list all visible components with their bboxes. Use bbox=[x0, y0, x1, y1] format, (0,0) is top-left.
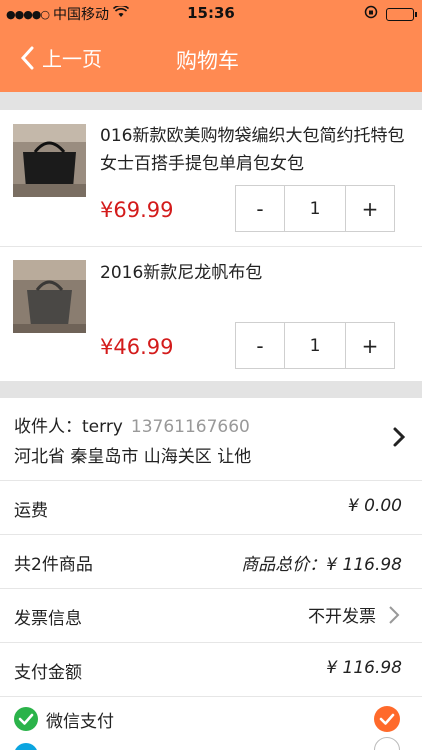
orientation-lock-icon bbox=[364, 5, 378, 23]
invoice-label: 发票信息 bbox=[14, 609, 82, 629]
cart-item: 016新款欧美购物袋编织大包简约托特包女士百搭手提包单肩包女包 ¥69.99 -… bbox=[0, 110, 422, 246]
address-detail: 河北省 秦皇岛市 山海关区 让他 bbox=[14, 447, 252, 467]
quantity-stepper: - 1 + bbox=[235, 185, 395, 232]
clock: 15:36 bbox=[187, 4, 235, 22]
unselected-radio-icon[interactable] bbox=[374, 737, 400, 750]
wechat-pay-icon bbox=[14, 707, 38, 731]
payment-option-wechat[interactable]: 微信支付 bbox=[0, 696, 422, 750]
quantity-value[interactable]: 1 bbox=[284, 186, 346, 231]
payment-option-label: 微信支付 bbox=[46, 712, 114, 732]
section-divider bbox=[0, 381, 422, 398]
increase-button[interactable]: + bbox=[346, 186, 394, 231]
section-divider bbox=[0, 92, 422, 110]
chevron-right-icon bbox=[388, 605, 400, 630]
items-total-row: 共2件商品 商品总价：¥ 116.98 bbox=[0, 534, 422, 588]
pay-amount-row: 支付金额 ¥ 116.98 bbox=[0, 642, 422, 696]
chevron-right-icon bbox=[392, 426, 406, 452]
decrease-button[interactable]: - bbox=[236, 186, 284, 231]
status-right bbox=[364, 5, 417, 23]
increase-button[interactable]: + bbox=[346, 323, 394, 368]
pay-amount-value: ¥ 116.98 bbox=[326, 658, 402, 678]
quantity-stepper: - 1 + bbox=[235, 322, 395, 369]
selected-radio-icon[interactable] bbox=[374, 706, 400, 732]
product-image[interactable] bbox=[13, 260, 86, 333]
cart-item: 2016新款尼龙帆布包 ¥46.99 - 1 + bbox=[0, 247, 422, 381]
pay-amount-label: 支付金额 bbox=[14, 663, 82, 683]
back-button[interactable]: 上一页 bbox=[20, 43, 102, 72]
recipient-line: 收件人：terry 13761167660 bbox=[14, 412, 250, 437]
shipping-label: 运费 bbox=[14, 501, 48, 521]
product-price: ¥46.99 bbox=[100, 335, 174, 359]
back-label: 上一页 bbox=[42, 47, 102, 71]
nav-bar: 上一页 购物车 bbox=[0, 27, 422, 92]
battery-icon bbox=[386, 7, 417, 21]
product-image[interactable] bbox=[13, 124, 86, 197]
recipient-phone: 13761167660 bbox=[130, 417, 250, 437]
decrease-button[interactable]: - bbox=[236, 323, 284, 368]
page-title: 购物车 bbox=[176, 49, 239, 73]
items-total-value: 商品总价：¥ 116.98 bbox=[241, 555, 402, 575]
invoice-row[interactable]: 发票信息 不开发票 bbox=[0, 588, 422, 642]
address-section[interactable]: 收件人：terry 13761167660 河北省 秦皇岛市 山海关区 让他 bbox=[0, 398, 422, 480]
product-title[interactable]: 016新款欧美购物袋编织大包简约托特包女士百搭手提包单肩包女包 bbox=[100, 122, 410, 178]
quantity-value[interactable]: 1 bbox=[284, 323, 346, 368]
recipient-name: 收件人：terry bbox=[14, 417, 123, 437]
alipay-icon bbox=[14, 743, 38, 750]
product-price: ¥69.99 bbox=[100, 198, 174, 222]
item-count-label: 共2件商品 bbox=[14, 555, 93, 575]
shipping-value: ¥ 0.00 bbox=[347, 496, 402, 516]
status-bar: ●●●●○ 中国移动 15:36 bbox=[0, 0, 422, 27]
chevron-left-icon bbox=[20, 46, 34, 70]
product-title[interactable]: 2016新款尼龙帆布包 bbox=[100, 259, 410, 287]
shipping-row: 运费 ¥ 0.00 bbox=[0, 480, 422, 534]
invoice-value: 不开发票 bbox=[308, 602, 400, 630]
